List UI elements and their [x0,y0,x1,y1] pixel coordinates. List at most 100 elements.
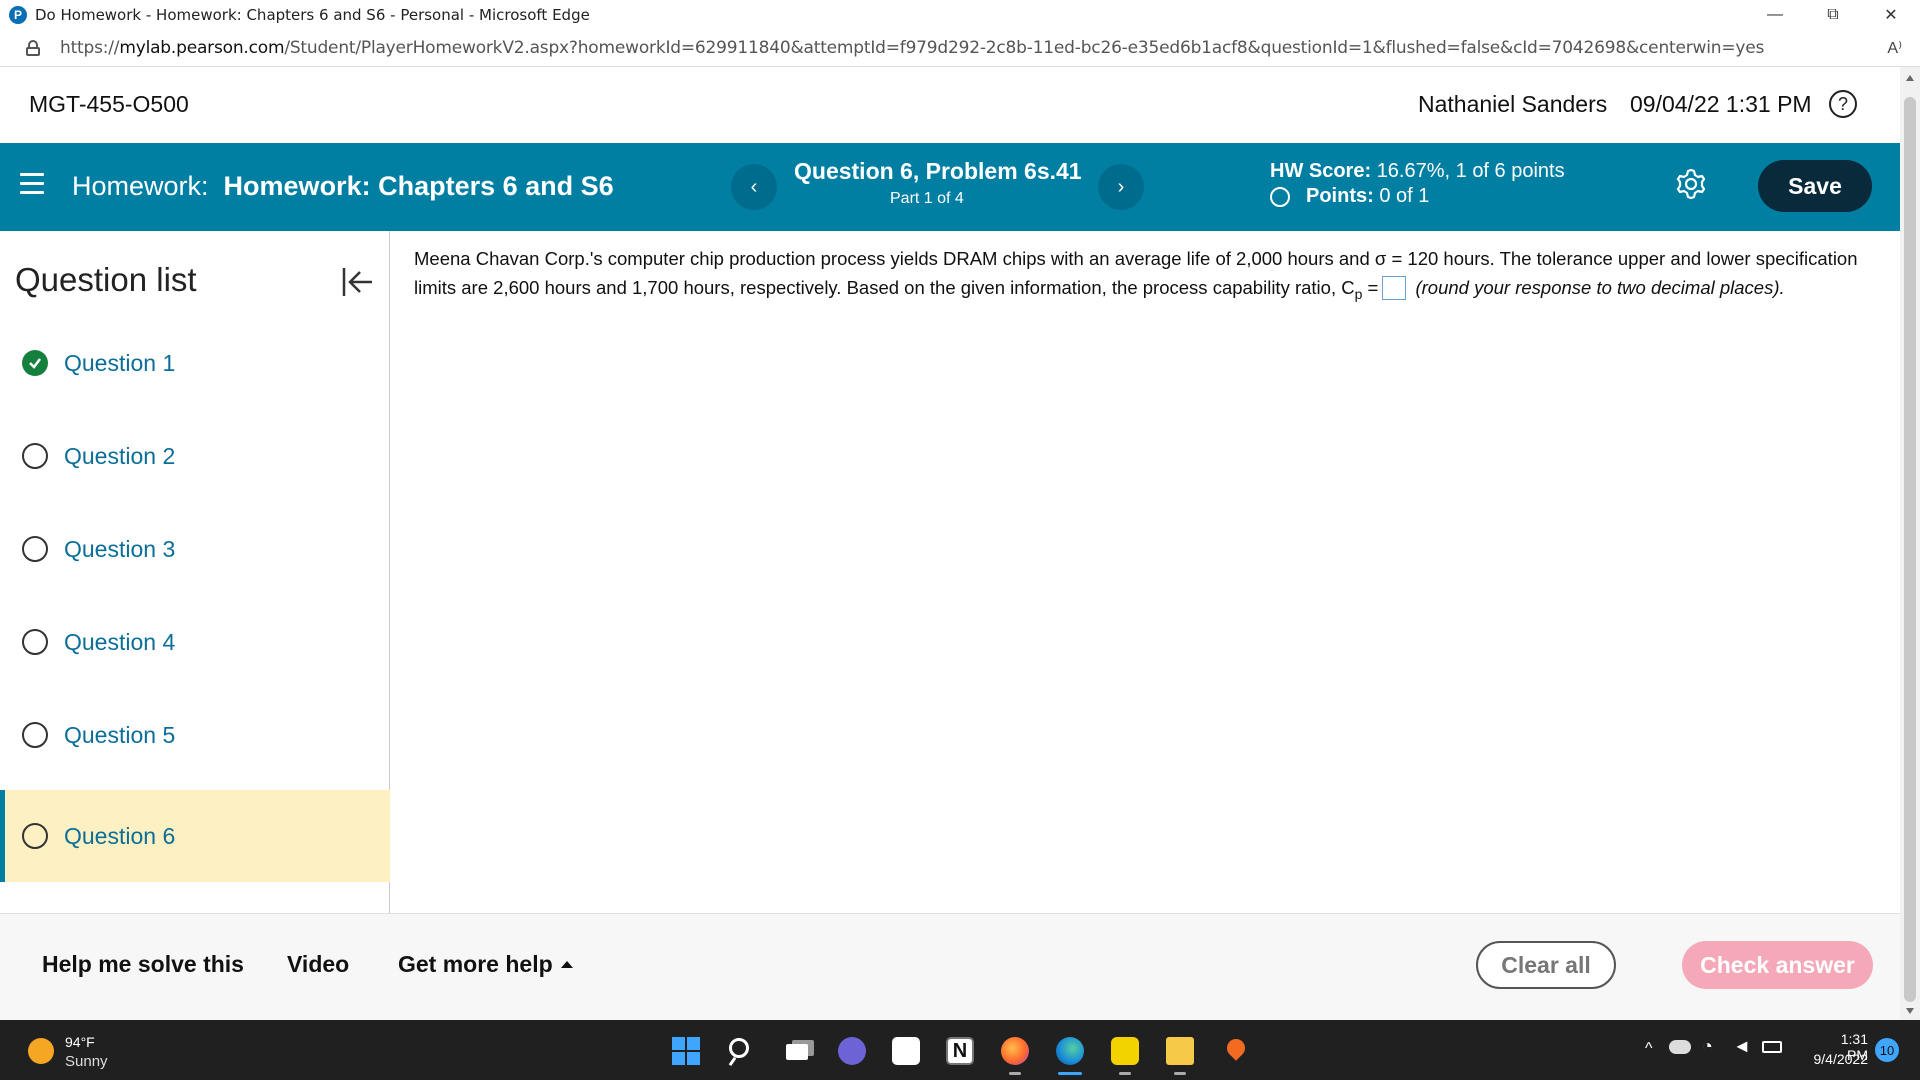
microsoft-store-icon[interactable] [892,1037,920,1065]
points-value: 0 of 1 [1379,185,1430,207]
question-list-label: Question 4 [64,628,176,655]
question-list-item-5[interactable]: Question 5 [0,689,390,781]
map-pin-icon[interactable] [1221,1035,1249,1065]
weather-temperature[interactable]: 94°F [65,1034,95,1050]
question-list-label: Question 6 [64,822,176,849]
sun-weather-icon[interactable] [28,1038,54,1064]
get-more-help-button[interactable]: Get more help [398,951,573,978]
save-button[interactable]: Save [1758,160,1872,212]
homework-label: Homework: [72,171,209,201]
browser-title-bar: P Do Homework - Homework: Chapters 6 and… [0,0,1920,29]
read-aloud-icon[interactable]: A⁾ [1887,38,1902,58]
teams-chat-icon[interactable] [838,1037,866,1065]
current-datetime: 09/04/22 1:31 PM [1630,91,1812,117]
question-list-label: Question 2 [64,442,176,469]
question-list-label: Question 1 [64,349,176,376]
norton-running-indicator [1119,1072,1131,1075]
question-list-item-2[interactable]: Question 2 [0,410,390,502]
settings-gear-icon[interactable] [1675,168,1707,200]
student-name: Nathaniel Sanders [1418,91,1608,117]
notification-badge[interactable]: 10 [1875,1038,1899,1062]
help-icon[interactable]: ? [1829,90,1857,118]
question-list-item-4[interactable]: Question 4 [0,596,390,688]
question-title: Question 6, Problem 6s.41 [794,158,1082,184]
course-header: MGT-455-O500 Nathaniel Sanders 09/04/22 … [0,67,1900,143]
answer-input[interactable] [1382,276,1407,300]
edge-browser-icon[interactable] [1056,1037,1084,1065]
file-explorer-icon[interactable] [1166,1037,1194,1065]
question-list-label: Question 3 [64,535,176,562]
pearson-app-icon: P [9,5,27,24]
restore-button[interactable]: ⧉ [1804,0,1862,29]
question-text: Meena Chavan Corp.'s computer chip produ… [414,244,1864,309]
scroll-down-arrow-icon[interactable] [1906,1008,1914,1014]
wifi-icon[interactable]: ◔ [1702,1036,1713,1057]
hw-score: HW Score: 16.67%, 1 of 6 points [1270,160,1565,183]
points-label: Points: [1306,185,1374,207]
windows-start-icon[interactable] [672,1037,700,1065]
url-host: mylab.pearson.com [119,37,285,58]
weather-description[interactable]: Sunny [65,1053,108,1070]
lock-icon[interactable] [26,39,40,56]
caret-up-icon [560,961,573,968]
points-status-icon [1270,186,1290,207]
clear-all-button[interactable]: Clear all [1476,941,1616,989]
firefox-icon[interactable] [1001,1037,1029,1065]
scroll-up-arrow-icon[interactable] [1906,75,1914,81]
notion-icon[interactable]: N [946,1037,974,1065]
firefox-running-indicator [1009,1072,1021,1075]
window-title: Do Homework - Homework: Chapters 6 and S… [35,5,590,24]
windows-taskbar: 94°F Sunny N ^ ◔ ◄ 1:31 PM 9/4/2022 10 [0,1020,1920,1080]
norton-check-icon[interactable] [1111,1037,1139,1065]
question-list-item-1[interactable]: Question 1 [0,317,390,409]
previous-question-button[interactable]: ‹ [731,164,777,210]
window-controls: — ⧉ ✕ [1746,0,1920,29]
homework-name: Homework: Chapters 6 and S6 [223,171,614,201]
chevron-up-icon[interactable]: ^ [1645,1040,1653,1058]
url-field[interactable]: https://mylab.pearson.com/Student/Player… [60,38,1764,58]
explorer-running-indicator [1174,1072,1186,1075]
points-row: Points: 0 of 1 [1270,185,1429,208]
minimize-button[interactable]: — [1746,0,1804,29]
course-code: MGT-455-O500 [29,91,189,117]
url-path: /Student/PlayerHomeworkV2.aspx?homeworkI… [284,37,1765,58]
page-scrollbar[interactable] [1900,67,1920,1020]
circle-incomplete-icon [22,536,48,562]
clock-date[interactable]: 9/4/2022 [1800,1051,1869,1067]
question-list-item-3[interactable]: Question 3 [0,503,390,595]
onedrive-cloud-icon[interactable] [1669,1040,1691,1054]
rounding-instruction: (round your response to two decimal plac… [1415,277,1785,298]
question-list-item-6[interactable]: Question 6 [0,790,390,882]
homework-bar: Homework: Homework: Chapters 6 and S6 ‹ … [0,143,1900,231]
equals-sign: = [1362,277,1379,298]
circle-incomplete-icon [22,823,48,849]
edge-active-indicator [1058,1072,1082,1075]
checkmark-complete-icon [22,350,48,376]
close-button[interactable]: ✕ [1862,0,1920,29]
homework-title: Homework: Homework: Chapters 6 and S6 [72,171,614,202]
part-label: Part 1 of 4 [890,190,964,207]
check-answer-button[interactable]: Check answer [1682,941,1873,989]
action-footer: Help me solve this Video Get more help C… [0,913,1900,1020]
circle-incomplete-icon [22,722,48,748]
circle-incomplete-icon [22,443,48,469]
url-prefix: https:// [60,37,120,58]
get-more-help-label: Get more help [398,951,553,977]
next-question-button[interactable]: › [1098,164,1144,210]
question-list-title: Question list [15,261,197,298]
help-me-solve-button[interactable]: Help me solve this [42,951,244,978]
video-button[interactable]: Video [287,951,349,978]
address-bar: https://mylab.pearson.com/Student/Player… [0,29,1920,67]
question-list-label: Question 5 [64,721,176,748]
collapse-sidebar-icon[interactable] [340,264,376,300]
volume-icon[interactable]: ◄ [1733,1036,1751,1057]
task-view-icon[interactable] [784,1037,814,1065]
hw-score-value: 16.67%, 1 of 6 points [1376,160,1565,182]
scroll-thumb[interactable] [1904,97,1916,1002]
hamburger-menu-icon[interactable] [20,173,44,195]
search-icon[interactable] [727,1037,755,1067]
battery-icon[interactable] [1762,1041,1782,1053]
hw-score-label: HW Score: [1270,160,1372,182]
question-list-sidebar: Question list Question 1 Question 2 Ques… [0,231,390,913]
circle-incomplete-icon [22,629,48,655]
